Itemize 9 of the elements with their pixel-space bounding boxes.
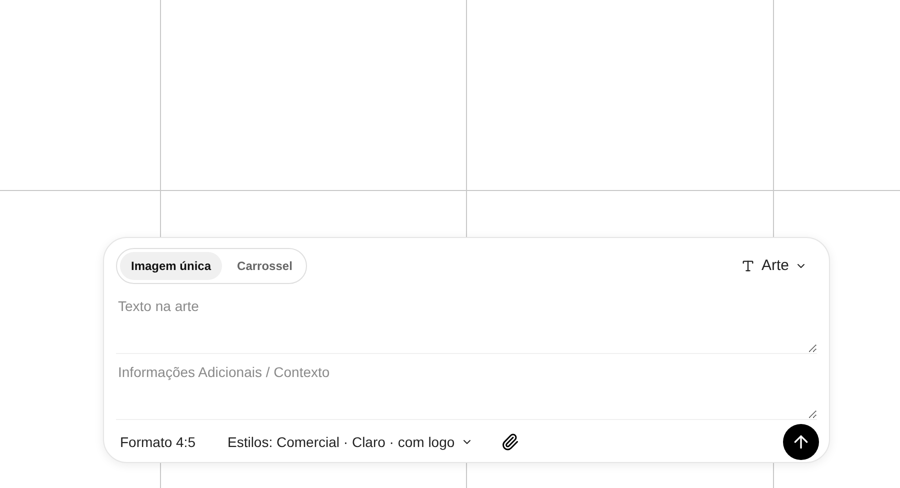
format-label[interactable]: Formato 4:5: [120, 432, 196, 452]
styles-dropdown[interactable]: Estilos: Comercial · Claro · com logo: [227, 432, 473, 452]
type-dropdown[interactable]: Arte: [741, 254, 807, 278]
mode-tab[interactable]: Carrossel: [226, 252, 304, 280]
send-button[interactable]: [783, 424, 819, 460]
paperclip-icon: [500, 433, 519, 451]
text-icon: [741, 259, 756, 273]
attach-button[interactable]: [500, 433, 519, 451]
mode-tab[interactable]: Imagem única: [120, 252, 222, 280]
